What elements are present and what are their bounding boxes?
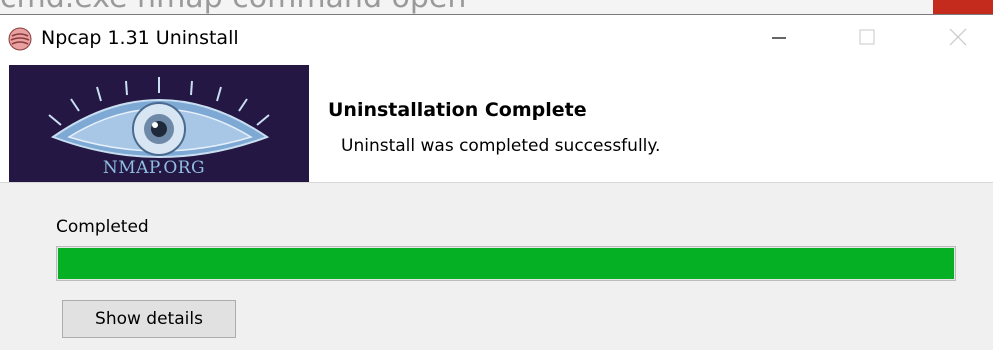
progress-bar <box>56 246 956 281</box>
title-bar: Npcap 1.31 Uninstall <box>0 15 993 65</box>
wizard-header: NMAP.ORG Uninstallation Complete Uninsta… <box>0 65 993 183</box>
background-window-close-area <box>933 0 993 14</box>
uninstall-window: Npcap 1.31 Uninstall NMAP.ORG Uninstalla… <box>0 14 993 350</box>
progress-bar-fill <box>58 248 954 279</box>
maximize-button[interactable] <box>836 15 898 63</box>
nmap-org-label: NMAP.ORG <box>102 158 206 178</box>
show-details-button[interactable]: Show details <box>62 300 236 338</box>
page-subtitle: Uninstall was completed successfully. <box>341 136 661 156</box>
nmap-banner: NMAP.ORG <box>9 65 309 182</box>
status-label: Completed <box>56 217 149 237</box>
minimize-button[interactable] <box>748 15 810 63</box>
background-window-strip: cmd.exe nmap command open <box>0 0 993 14</box>
maximize-icon <box>859 29 875 49</box>
close-button[interactable] <box>927 15 989 63</box>
close-icon <box>949 28 967 50</box>
minimize-icon <box>772 30 786 49</box>
background-window-text: cmd.exe nmap command open <box>0 0 466 14</box>
page-title: Uninstallation Complete <box>328 99 587 121</box>
window-title: Npcap 1.31 Uninstall <box>41 27 239 49</box>
npcap-installer-icon <box>8 27 32 51</box>
